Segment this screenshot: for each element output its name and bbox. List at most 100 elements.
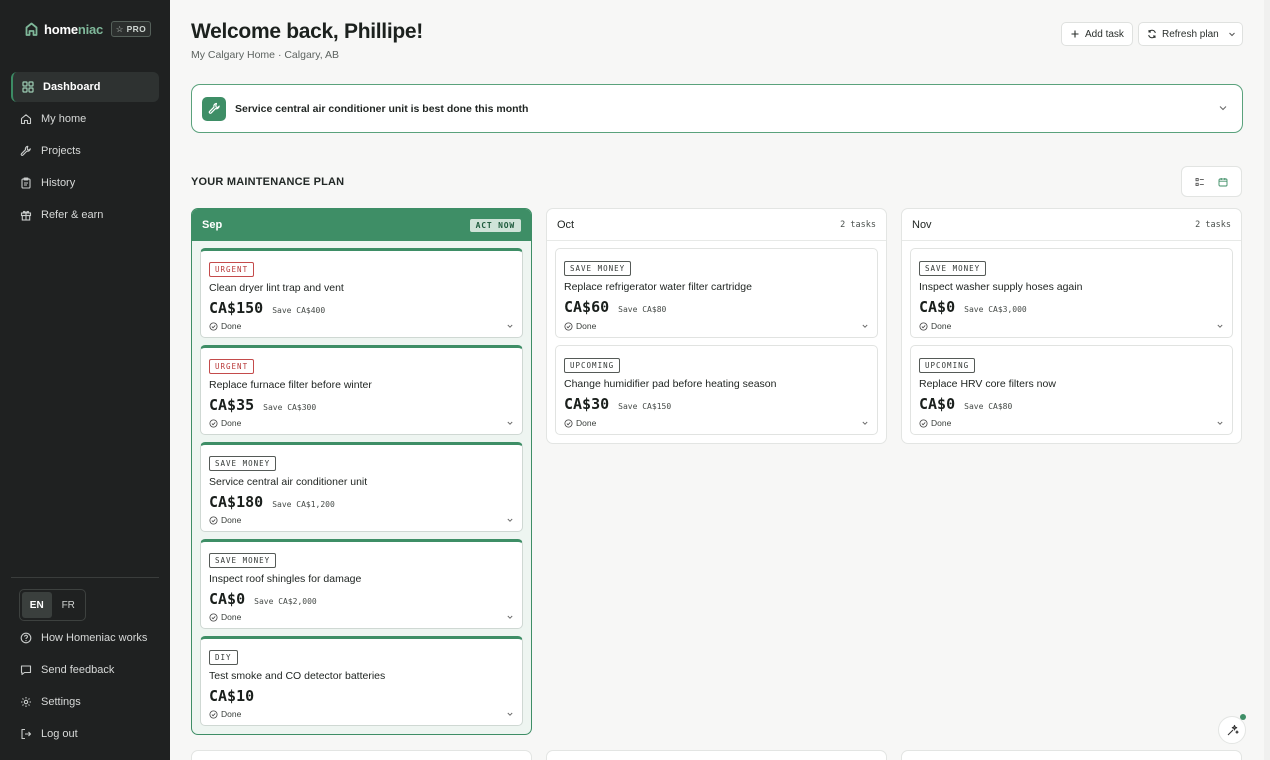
mark-done-button[interactable]: Done	[919, 321, 951, 331]
sidebar-item-send-feedback[interactable]: Send feedback	[11, 655, 159, 685]
chevron-down-icon[interactable]	[861, 419, 869, 427]
done-label: Done	[221, 515, 242, 525]
page-title: Welcome back, Phillipe!	[191, 20, 423, 43]
chevron-down-icon[interactable]	[1216, 322, 1224, 330]
sidebar-divider	[11, 577, 159, 578]
refresh-plan-button[interactable]: Refresh plan	[1138, 22, 1228, 46]
sidebar-item-my-home[interactable]: My home	[11, 104, 159, 134]
task-card[interactable]: SAVE MONEY Replace refrigerator water fi…	[555, 248, 878, 338]
mark-done-button[interactable]: Done	[209, 612, 241, 622]
task-card[interactable]: SAVE MONEY Service central air condition…	[200, 442, 523, 532]
sidebar-item-history[interactable]: History	[11, 168, 159, 198]
task-cost: CA$60	[564, 298, 610, 316]
sidebar-item-label: Send feedback	[41, 664, 115, 676]
task-tag: SAVE MONEY	[209, 553, 277, 568]
task-count: 2 tasks	[1195, 219, 1231, 230]
task-title: Inspect washer supply hoses again	[919, 281, 1083, 293]
done-label: Done	[221, 612, 242, 622]
chevron-down-icon[interactable]	[1216, 419, 1224, 427]
mark-done-button[interactable]: Done	[209, 418, 241, 428]
done-label: Done	[576, 321, 597, 331]
list-view-button[interactable]	[1189, 171, 1211, 193]
check-circle-icon	[919, 321, 928, 331]
mark-done-button[interactable]: Done	[209, 515, 241, 525]
mark-done-button[interactable]: Done	[919, 418, 951, 428]
month-column-partial	[191, 750, 532, 760]
scrollbar[interactable]	[1264, 0, 1270, 760]
chevron-down-icon[interactable]	[506, 516, 514, 524]
task-card[interactable]: SAVE MONEY Inspect roof shingles for dam…	[200, 539, 523, 629]
refresh-icon	[1148, 29, 1156, 39]
sidebar-item-label: Settings	[41, 696, 81, 708]
task-card[interactable]: DIY Test smoke and CO detector batteries…	[200, 636, 523, 726]
calendar-view-button[interactable]	[1212, 171, 1234, 193]
mark-done-button[interactable]: Done	[564, 321, 596, 331]
task-savings: Save CA$80	[618, 305, 667, 314]
task-tag: UPCOMING	[564, 358, 621, 373]
check-circle-icon	[919, 418, 928, 428]
month-header: Sep ACT NOW	[192, 209, 531, 241]
done-label: Done	[931, 418, 952, 428]
task-title: Change humidifier pad before heating sea…	[564, 378, 777, 390]
task-cost: CA$0	[919, 298, 956, 316]
refresh-options-dropdown[interactable]	[1222, 22, 1243, 46]
sidebar-item-label: Dashboard	[43, 81, 101, 93]
sidebar-item-log-out[interactable]: Log out	[11, 719, 159, 749]
task-card[interactable]: URGENT Replace furnace filter before win…	[200, 345, 523, 435]
sidebar-item-refer-earn[interactable]: Refer & earn	[11, 200, 159, 230]
check-circle-icon	[209, 709, 218, 719]
chevron-down-icon[interactable]	[506, 419, 514, 427]
seasonal-tip-banner[interactable]: Service central air conditioner unit is …	[191, 84, 1243, 133]
done-label: Done	[576, 418, 597, 428]
brand-name: homeniac	[44, 21, 104, 37]
chevron-down-icon	[1229, 32, 1235, 37]
sidebar-item-label: My home	[41, 113, 87, 125]
mark-done-button[interactable]: Done	[209, 709, 241, 719]
brand-logo[interactable]: homeniac	[25, 20, 103, 38]
task-card[interactable]: SAVE MONEY Inspect washer supply hoses a…	[910, 248, 1233, 338]
add-task-button[interactable]: Add task	[1061, 22, 1133, 46]
task-card[interactable]: URGENT Clean dryer lint trap and vent CA…	[200, 248, 523, 338]
chevron-down-icon[interactable]	[861, 322, 869, 330]
task-card[interactable]: UPCOMING Replace HRV core filters now CA…	[910, 345, 1233, 435]
month-column-partial	[901, 750, 1242, 760]
banner-text: Service central air conditioner unit is …	[235, 102, 529, 115]
task-savings: Save CA$1,200	[272, 500, 335, 509]
task-title: Service central air conditioner unit	[209, 476, 368, 488]
task-cost: CA$0	[919, 395, 956, 413]
month-column-partial	[546, 750, 887, 760]
refresh-plan-label: Refresh plan	[1162, 28, 1219, 40]
mark-done-button[interactable]: Done	[564, 418, 596, 428]
task-tag: DIY	[209, 650, 238, 665]
list-icon	[1195, 177, 1204, 186]
task-tag: SAVE MONEY	[209, 456, 277, 471]
language-en-button[interactable]: EN	[22, 592, 52, 618]
check-circle-icon	[209, 515, 218, 525]
task-title: Clean dryer lint trap and vent	[209, 282, 344, 294]
sidebar-item-projects[interactable]: Projects	[11, 136, 159, 166]
check-circle-icon	[564, 321, 573, 331]
task-tag: UPCOMING	[919, 358, 976, 373]
sidebar-item-dashboard[interactable]: Dashboard	[11, 72, 159, 102]
mark-done-button[interactable]: Done	[209, 321, 241, 331]
month-column-oct: Oct 2 tasks SAVE MONEY Replace refrigera…	[546, 208, 887, 444]
chevron-down-icon[interactable]	[506, 613, 514, 621]
chevron-down-icon[interactable]	[1218, 103, 1228, 113]
sparkle-wand-icon	[1227, 724, 1239, 735]
check-circle-icon	[209, 321, 218, 331]
task-savings: Save CA$3,000	[964, 305, 1027, 314]
language-fr-button[interactable]: FR	[54, 592, 84, 618]
sidebar-item-settings[interactable]: Settings	[11, 687, 159, 717]
month-label: Sep	[202, 219, 223, 231]
assistant-button[interactable]	[1218, 716, 1246, 744]
view-toggle	[1181, 166, 1242, 197]
task-cost: CA$35	[209, 396, 255, 414]
task-title: Test smoke and CO detector batteries	[209, 670, 386, 682]
sidebar-item-how-it-works[interactable]: How Homeniac works	[11, 623, 159, 653]
task-card[interactable]: UPCOMING Change humidifier pad before he…	[555, 345, 878, 435]
chevron-down-icon[interactable]	[506, 322, 514, 330]
help-circle-icon	[20, 632, 32, 644]
chevron-down-icon[interactable]	[506, 710, 514, 718]
sidebar-item-label: Projects	[41, 145, 81, 157]
done-label: Done	[221, 321, 242, 331]
